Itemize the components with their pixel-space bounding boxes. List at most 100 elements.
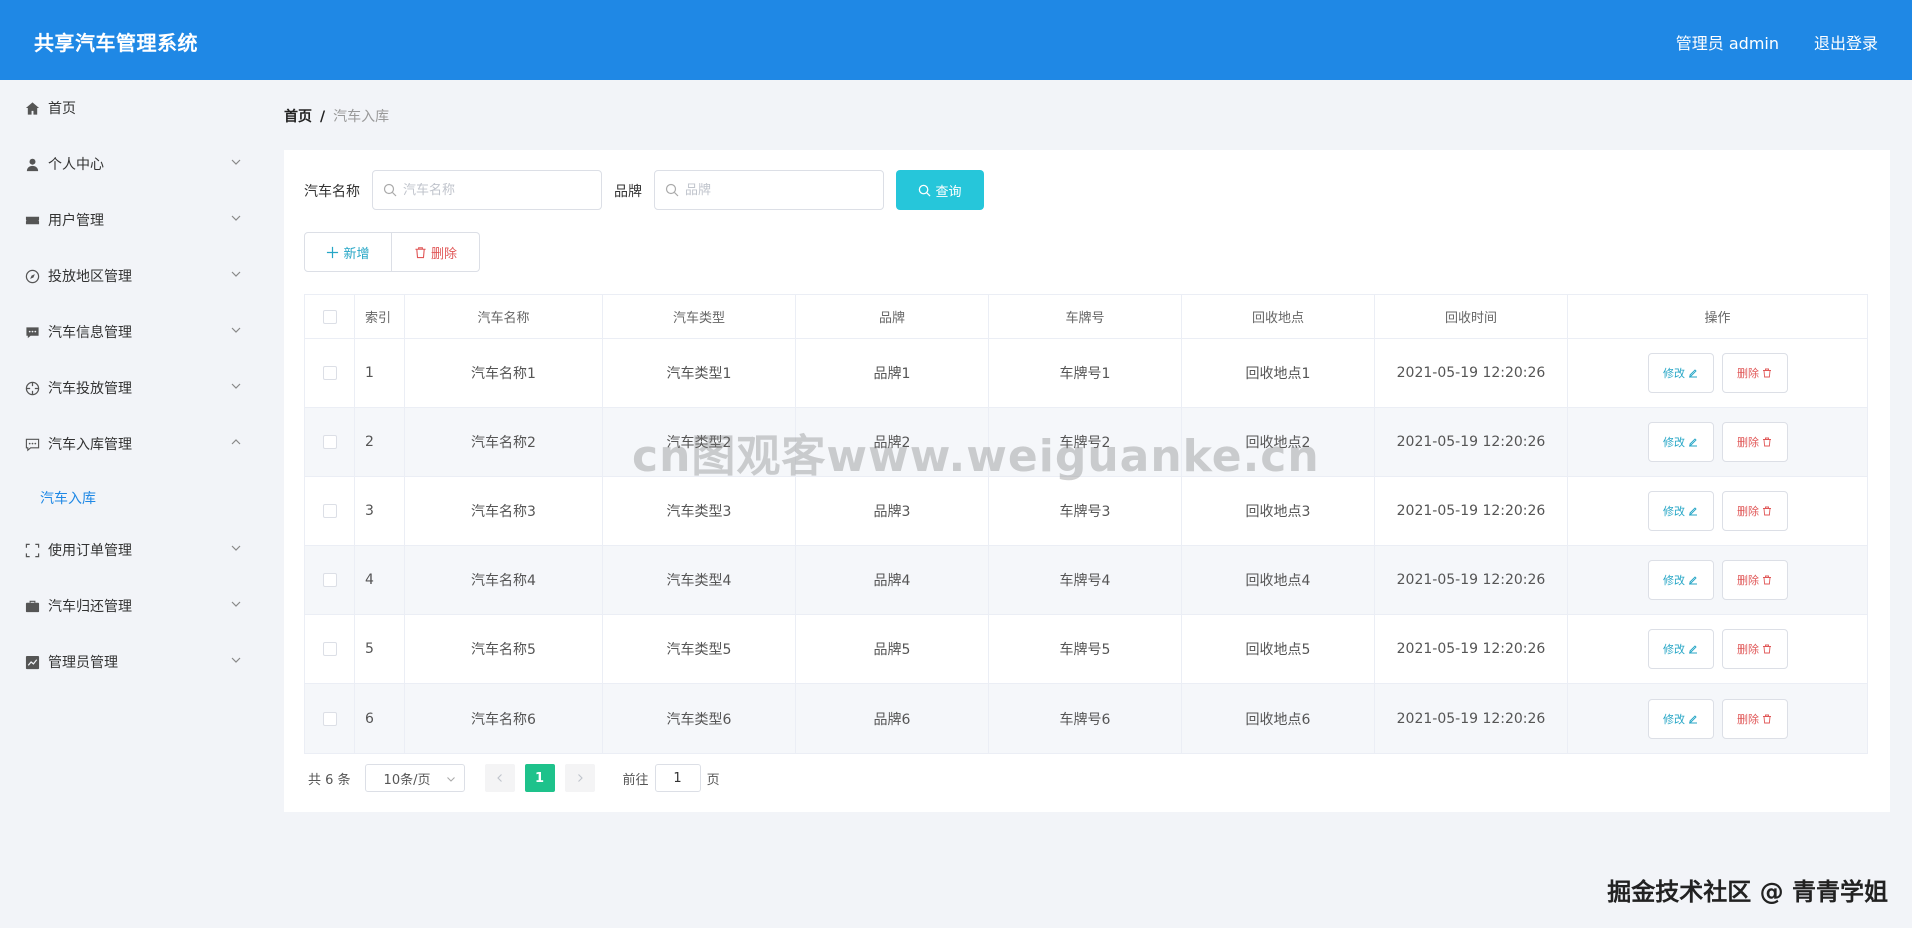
trash-icon (1763, 368, 1771, 378)
cell-plate: 车牌号1 (989, 339, 1182, 407)
cell-car-name: 汽车名称3 (405, 477, 603, 545)
edit-button-label: 修改 (1663, 643, 1685, 656)
plus-icon (327, 246, 339, 258)
table-row: 5 汽车名称5 汽车类型5 品牌5 车牌号5 回收地点5 2021-05-19 … (305, 615, 1867, 684)
select-all-checkbox[interactable] (322, 309, 337, 324)
row-checkbox[interactable] (322, 366, 337, 380)
sidebar-item-label: 汽车入库管理 (48, 437, 132, 453)
cell-time: 2021-05-19 12:20:26 (1375, 408, 1568, 476)
row-delete-button[interactable]: 删除 (1721, 629, 1788, 669)
cell-car-name: 汽车名称6 (405, 684, 603, 753)
brand-input[interactable] (685, 182, 865, 198)
row-checkbox[interactable] (322, 642, 337, 656)
row-delete-button-label: 删除 (1737, 643, 1759, 656)
row-delete-button[interactable]: 删除 (1721, 491, 1788, 531)
ticket-icon (24, 212, 40, 228)
cell-location: 回收地点2 (1182, 408, 1375, 476)
table-row: 3 汽车名称3 汽车类型3 品牌3 车牌号3 回收地点3 2021-05-19 … (305, 477, 1867, 546)
sidebar-item-car-storage[interactable]: 汽车入库管理 (0, 422, 256, 466)
row-checkbox[interactable] (322, 504, 337, 518)
main-panel: 汽车名称 品牌 查询 新增 删除 索引 汽车名称 汽车类型 品牌 车牌号 回收地… (284, 150, 1890, 812)
table-row: 6 汽车名称6 汽车类型6 品牌6 车牌号6 回收地点6 2021-05-19 … (305, 684, 1867, 753)
cell-brand: 品牌1 (796, 339, 989, 407)
cell-index: 2 (355, 408, 405, 476)
prev-page-button[interactable] (484, 764, 515, 792)
add-button[interactable]: 新增 (304, 232, 392, 272)
edit-button[interactable]: 修改 (1647, 629, 1714, 669)
trash-icon (1763, 644, 1771, 654)
sidebar-item-admins[interactable]: 管理员管理 (0, 640, 256, 684)
car-storage-table: 索引 汽车名称 汽车类型 品牌 车牌号 回收地点 回收时间 操作 1 汽车名称1… (304, 294, 1868, 754)
next-page-button[interactable] (564, 764, 595, 792)
table-header-row: 索引 汽车名称 汽车类型 品牌 车牌号 回收地点 回收时间 操作 (305, 295, 1867, 339)
row-delete-button[interactable]: 删除 (1721, 422, 1788, 462)
edit-button[interactable]: 修改 (1647, 560, 1714, 600)
row-delete-button[interactable]: 删除 (1721, 353, 1788, 393)
chevron-down-icon (231, 327, 241, 333)
delete-button-label: 删除 (430, 246, 457, 262)
cell-brand: 品牌6 (796, 684, 989, 753)
logout-link[interactable]: 退出登录 (1814, 30, 1878, 54)
cell-car-name: 汽车名称1 (405, 339, 603, 407)
goto-page-input[interactable] (654, 764, 701, 792)
edit-button[interactable]: 修改 (1647, 422, 1714, 462)
chevron-up-icon (231, 439, 241, 445)
header-brand: 品牌 (796, 295, 989, 338)
edit-button-label: 修改 (1663, 436, 1685, 449)
sidebar-item-label: 使用订单管理 (48, 543, 132, 559)
search-icon (665, 183, 679, 197)
current-user: 管理员 admin (1675, 34, 1779, 53)
top-header: 共享汽车管理系统 管理员 admin 退出登录 (0, 0, 1912, 80)
cell-plate: 车牌号5 (989, 615, 1182, 683)
message-icon (24, 324, 40, 340)
row-checkbox[interactable] (322, 435, 337, 449)
header-time: 回收时间 (1375, 295, 1568, 338)
breadcrumb-home[interactable]: 首页 (284, 109, 312, 125)
delete-button[interactable]: 删除 (392, 232, 480, 272)
pagination: 共 6 条 10条/页 1 前往 页 (308, 764, 720, 792)
table-row: 1 汽车名称1 汽车类型1 品牌1 车牌号1 回收地点1 2021-05-19 … (305, 339, 1867, 408)
page-size-select[interactable]: 10条/页 (364, 764, 465, 792)
cell-index: 3 (355, 477, 405, 545)
sidebar-item-profile[interactable]: 个人中心 (0, 142, 256, 186)
chart-icon (24, 654, 40, 670)
header-checkbox-cell (305, 295, 355, 338)
cell-index: 6 (355, 684, 405, 753)
chevron-left-icon (496, 774, 502, 782)
sidebar-item-label: 汽车投放管理 (48, 381, 132, 397)
chevron-down-icon (446, 777, 455, 782)
page-number-current[interactable]: 1 (524, 764, 555, 792)
goto-unit: 页 (706, 772, 720, 788)
cell-location: 回收地点3 (1182, 477, 1375, 545)
sidebar-item-users[interactable]: 用户管理 (0, 198, 256, 242)
sidebar-item-car-info[interactable]: 汽车信息管理 (0, 310, 256, 354)
row-checkbox-cell (305, 408, 355, 476)
cell-car-name: 汽车名称4 (405, 546, 603, 614)
row-delete-button[interactable]: 删除 (1721, 698, 1788, 739)
edit-button[interactable]: 修改 (1647, 491, 1714, 531)
trash-icon (1763, 506, 1771, 516)
edit-button[interactable]: 修改 (1647, 353, 1714, 393)
cell-index: 5 (355, 615, 405, 683)
sidebar-item-label: 投放地区管理 (48, 269, 132, 285)
sidebar-item-regions[interactable]: 投放地区管理 (0, 254, 256, 298)
sidebar: 首页 个人中心 用户管理 投放地区管理 汽车信息管理 汽车投放管理 汽车入库管理… (0, 80, 256, 928)
query-button[interactable]: 查询 (896, 170, 984, 210)
chevron-down-icon (231, 657, 241, 663)
sidebar-item-label: 用户管理 (48, 213, 104, 229)
add-button-label: 新增 (343, 246, 370, 262)
cell-actions: 修改 删除 (1568, 339, 1867, 407)
sidebar-item-orders[interactable]: 使用订单管理 (0, 528, 256, 572)
row-checkbox[interactable] (322, 711, 337, 726)
sidebar-item-car-deploy[interactable]: 汽车投放管理 (0, 366, 256, 410)
breadcrumb: 首页 / 汽车入库 (284, 106, 389, 126)
sidebar-item-home[interactable]: 首页 (0, 86, 256, 130)
row-delete-button[interactable]: 删除 (1721, 560, 1788, 600)
row-checkbox[interactable] (322, 573, 337, 587)
edit-button[interactable]: 修改 (1647, 698, 1714, 739)
search-icon (919, 184, 932, 197)
row-delete-button-label: 删除 (1737, 574, 1759, 587)
car-name-input[interactable] (403, 182, 583, 198)
sidebar-subitem-car-storage[interactable]: 汽车入库 (40, 488, 96, 508)
sidebar-item-car-return[interactable]: 汽车归还管理 (0, 584, 256, 628)
